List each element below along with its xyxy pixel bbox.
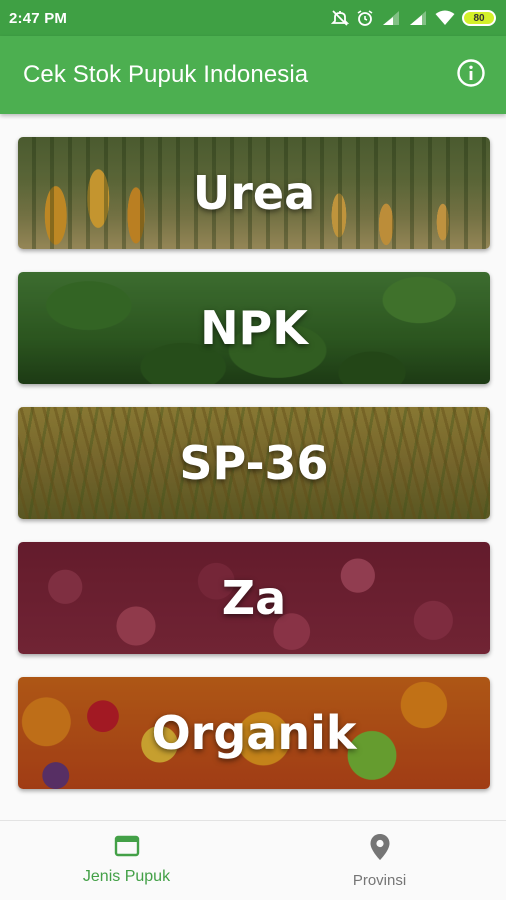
status-bar: 2:47 PM 80 (0, 0, 506, 36)
window-icon (114, 835, 140, 862)
info-icon (456, 58, 486, 93)
wifi-icon (435, 10, 455, 26)
card-npk[interactable]: NPK (18, 272, 490, 384)
card-label: Za (221, 571, 287, 625)
card-za[interactable]: Za (18, 542, 490, 654)
app-title: Cek Stok Pupuk Indonesia (23, 61, 309, 88)
card-sp36[interactable]: SP-36 (18, 407, 490, 519)
nav-label: Provinsi (352, 871, 407, 889)
alarm-icon (356, 9, 374, 27)
fertilizer-list: Urea NPK SP-36 Za Organik (18, 137, 490, 812)
status-time: 2:47 PM (9, 9, 68, 27)
signal-icon (408, 10, 428, 26)
card-urea[interactable]: Urea (18, 137, 490, 249)
nav-jenis-pupuk[interactable]: Jenis Pupuk (0, 821, 253, 900)
mute-icon (331, 9, 349, 27)
status-icons: 80 (331, 9, 496, 27)
app-bar: Cek Stok Pupuk Indonesia (0, 36, 506, 114)
card-organik[interactable]: Organik (18, 677, 490, 789)
card-label: Urea (192, 166, 316, 220)
signal-icon (381, 10, 401, 26)
battery-icon: 80 (462, 10, 496, 26)
card-label: SP-36 (179, 436, 329, 490)
info-button[interactable] (455, 58, 487, 93)
nav-label: Jenis Pupuk (82, 868, 171, 885)
location-pin-icon (369, 833, 391, 866)
card-label: Organik (151, 706, 357, 760)
card-label: NPK (200, 301, 308, 355)
bottom-nav: Jenis Pupuk Provinsi (0, 820, 506, 900)
nav-provinsi[interactable]: Provinsi (253, 821, 506, 900)
